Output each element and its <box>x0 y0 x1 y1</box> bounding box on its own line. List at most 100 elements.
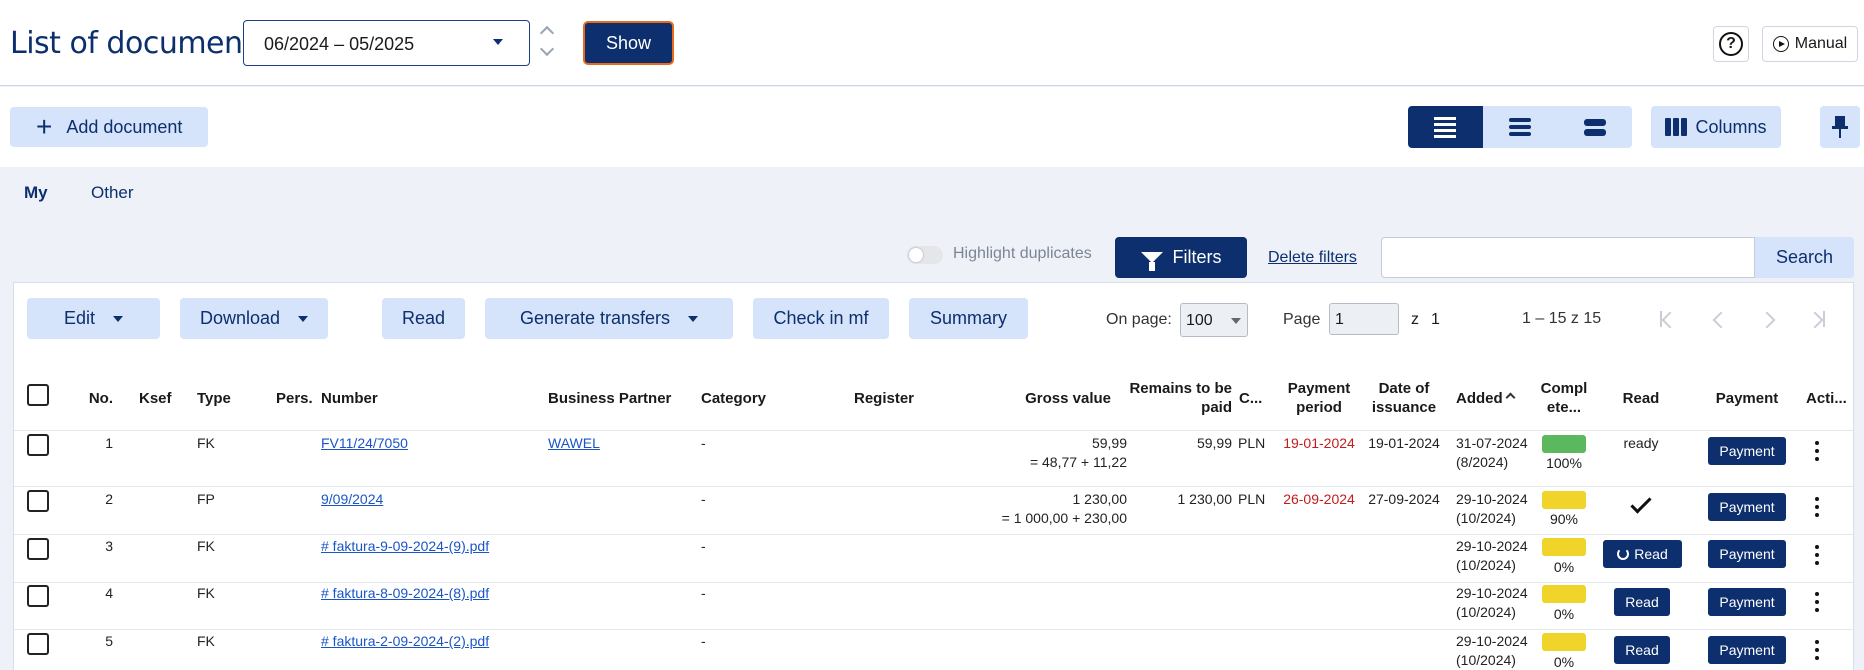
check-in-mf-button[interactable]: Check in mf <box>753 298 889 339</box>
payment-button[interactable]: Payment <box>1708 588 1786 616</box>
tab-my[interactable]: My <box>24 183 48 203</box>
page-of-label: z <box>1411 311 1419 328</box>
edit-label: Edit <box>63 308 96 328</box>
show-button[interactable]: Show <box>583 21 674 65</box>
more-vertical-icon[interactable] <box>1815 640 1819 660</box>
columns-button[interactable]: Columns <box>1651 106 1781 148</box>
more-vertical-icon[interactable] <box>1815 592 1819 612</box>
column-gross-value[interactable]: Gross value <box>1010 389 1111 408</box>
chevron-down-icon <box>493 39 503 45</box>
column-pers[interactable]: Pers. <box>276 389 313 408</box>
row-checkbox[interactable] <box>27 490 49 512</box>
generate-transfers-button[interactable]: Generate transfers <box>485 298 733 339</box>
tab-other[interactable]: Other <box>91 183 134 203</box>
row-added-period: (10/2024) <box>1456 652 1516 668</box>
delete-filters-link[interactable]: Delete filters <box>1268 249 1357 267</box>
column-completeness[interactable]: Compl ete... <box>1534 379 1594 417</box>
row-no: 1 <box>105 435 113 451</box>
column-payment-period[interactable]: Payment period <box>1280 379 1358 417</box>
select-all-checkbox[interactable] <box>27 384 49 406</box>
list-large-icon <box>1583 118 1606 136</box>
completeness-bar <box>1542 585 1586 603</box>
chevron-down-icon[interactable] <box>539 41 555 57</box>
check-in-mf-label: Check in mf <box>773 308 869 328</box>
column-no[interactable]: No. <box>80 389 113 408</box>
chevron-up-icon[interactable] <box>539 25 555 41</box>
summary-label: Summary <box>929 308 1007 328</box>
page-title: List of documents <box>10 26 269 61</box>
row-added-period: (10/2024) <box>1456 604 1516 620</box>
period-stepper[interactable] <box>539 22 556 64</box>
row-gross-breakdown: = 48,77 + 11,22 <box>1029 454 1127 470</box>
payment-button[interactable]: Payment <box>1708 540 1786 568</box>
column-completeness-line2: ete... <box>1546 399 1582 416</box>
manual-button[interactable]: Manual <box>1762 26 1858 62</box>
help-button[interactable]: ? <box>1713 26 1749 62</box>
density-large-button[interactable] <box>1557 106 1633 148</box>
column-business-partner[interactable]: Business Partner <box>548 389 671 408</box>
row-partner-link[interactable]: WAWEL <box>548 434 600 453</box>
first-page-icon[interactable] <box>1658 309 1678 329</box>
previous-page-icon[interactable] <box>1709 309 1729 329</box>
completeness-bar <box>1542 491 1586 509</box>
payment-button[interactable]: Payment <box>1708 493 1786 521</box>
generate-transfers-label: Generate transfers <box>519 308 671 328</box>
page-input[interactable]: 1 <box>1329 303 1399 335</box>
more-vertical-icon[interactable] <box>1815 545 1819 565</box>
retry-read-button[interactable]: Read <box>1603 540 1682 568</box>
column-read[interactable]: Read <box>1603 389 1679 408</box>
column-number[interactable]: Number <box>321 389 378 408</box>
row-checkbox[interactable] <box>27 633 49 655</box>
column-category[interactable]: Category <box>701 389 766 408</box>
row-divider <box>14 534 1854 535</box>
more-vertical-icon[interactable] <box>1815 497 1819 517</box>
column-actions[interactable]: Acti... <box>1806 389 1847 408</box>
density-medium-button[interactable] <box>1482 106 1558 148</box>
edit-button[interactable]: Edit <box>27 298 160 339</box>
row-checkbox[interactable] <box>27 434 49 456</box>
completeness-bar <box>1542 633 1586 651</box>
row-added: 31-07-2024 <box>1456 435 1528 451</box>
column-ksef[interactable]: Ksef <box>139 389 172 408</box>
row-checkbox[interactable] <box>27 585 49 607</box>
on-page-select[interactable]: 100 <box>1180 303 1248 337</box>
page-range: 1 – 15 z 15 <box>1522 310 1602 327</box>
row-density-toggle[interactable] <box>1408 106 1633 148</box>
row-checkbox[interactable] <box>27 538 49 560</box>
download-button[interactable]: Download <box>180 298 328 339</box>
period-select[interactable]: 06/2024 – 05/2025 <box>243 20 530 66</box>
column-type[interactable]: Type <box>197 389 231 408</box>
read-row-button[interactable]: Read <box>1614 636 1670 664</box>
filters-button[interactable]: Filters <box>1115 237 1247 278</box>
column-register[interactable]: Register <box>854 389 914 408</box>
add-document-button[interactable]: + Add document <box>10 107 208 147</box>
row-number-link[interactable]: # faktura-8-09-2024-(8).pdf <box>321 584 489 603</box>
payment-button[interactable]: Payment <box>1708 636 1786 664</box>
read-label: Read <box>401 308 446 328</box>
row-number-link[interactable]: FV11/24/7050 <box>321 434 408 453</box>
column-payment[interactable]: Payment <box>1703 389 1791 408</box>
search-input[interactable] <box>1381 237 1755 278</box>
column-added[interactable]: Added <box>1456 389 1516 408</box>
read-row-button[interactable]: Read <box>1614 588 1670 616</box>
column-remains-to-be-paid[interactable]: Remains to be paid <box>1122 379 1232 417</box>
next-page-icon[interactable] <box>1759 309 1779 329</box>
last-page-icon[interactable] <box>1807 309 1827 329</box>
on-page-label: On page: <box>1106 311 1172 328</box>
more-vertical-icon[interactable] <box>1815 441 1819 461</box>
completeness-label: 0% <box>1553 654 1575 670</box>
density-compact-button[interactable] <box>1408 106 1483 148</box>
column-currency[interactable]: C... <box>1239 389 1262 408</box>
column-date-of-issuance[interactable]: Date of issuance <box>1365 379 1443 417</box>
summary-button[interactable]: Summary <box>909 298 1028 339</box>
pin-button[interactable] <box>1820 106 1860 148</box>
highlight-duplicates-toggle[interactable] <box>907 246 943 264</box>
header-divider <box>14 430 1854 431</box>
row-number-link[interactable]: 9/09/2024 <box>321 490 383 509</box>
row-number-link[interactable]: # faktura-2-09-2024-(2).pdf <box>321 632 489 651</box>
search-button[interactable]: Search <box>1755 237 1854 278</box>
row-number-link[interactable]: # faktura-9-09-2024-(9).pdf <box>321 537 489 556</box>
read-button[interactable]: Read <box>382 298 465 339</box>
payment-button[interactable]: Payment <box>1708 437 1786 465</box>
column-payment-period-line2: period <box>1296 399 1342 416</box>
